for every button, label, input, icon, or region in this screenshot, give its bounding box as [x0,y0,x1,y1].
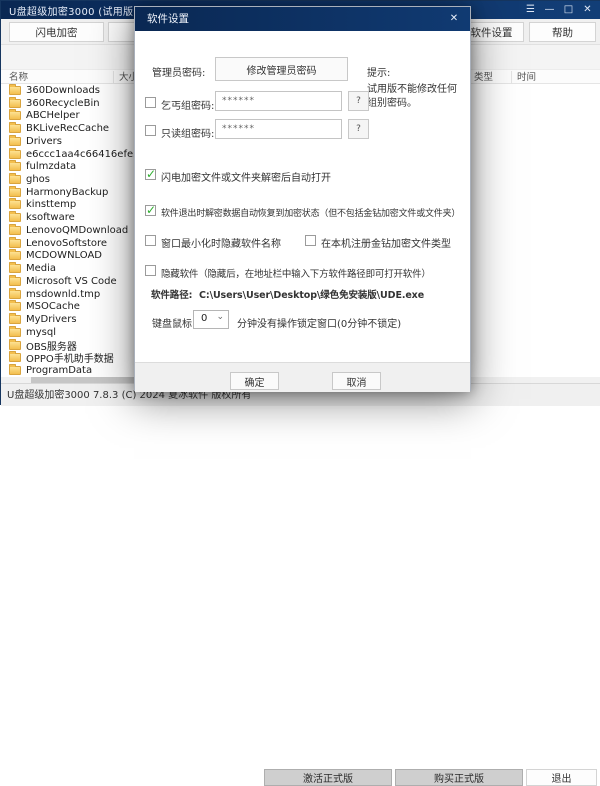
folder-name: ksoftware [26,212,75,223]
folder-icon [9,341,21,350]
hint-label: 提示: [367,64,390,79]
flash-encrypt-button[interactable]: 闪电加密 [9,22,104,42]
admin-password-label: 管理员密码: [152,64,205,79]
chevron-down-icon: ⌄ [216,312,224,322]
cancel-button[interactable]: 取消 [332,372,381,390]
folder-icon [9,251,21,260]
change-admin-password-button[interactable]: 修改管理员密码 [215,57,348,81]
beggar-group-checkbox[interactable] [145,97,156,108]
folder-icon [9,162,21,171]
minimize-icon[interactable]: — [540,1,559,19]
folder-name: msdownld.tmp [26,289,100,300]
folder-icon [9,150,21,159]
folder-icon [9,99,21,108]
folder-name: Media [26,263,56,274]
folder-icon [9,111,21,120]
lock-minutes-value: 0 [201,313,207,324]
folder-icon [9,124,21,133]
folder-name: mysql [26,327,56,338]
hide-software-label: 隐藏软件（隐藏后，在地址栏中输入下方软件路径即可打开软件） [161,266,431,280]
buy-button[interactable]: 购买正式版 [395,769,523,786]
hide-name-label: 窗口最小化时隐藏软件名称 [161,235,281,250]
readonly-group-label: 只读组密码: [161,125,214,140]
beggar-group-help-button[interactable]: ? [348,91,369,111]
lock-suffix-label: 分钟没有操作锁定窗口(0分钟不锁定) [237,315,401,330]
register-type-checkbox[interactable] [305,235,316,246]
software-path-value: C:\Users\User\Desktop\绿色免安装版\UDE.exe [199,287,424,301]
folder-icon [9,328,21,337]
exit-button[interactable]: 退出 [526,769,597,786]
auto-restore-checkbox[interactable] [145,205,156,216]
help-button[interactable]: 帮助 [529,22,596,42]
dialog-titlebar: 软件设置 ✕ [135,7,470,31]
folder-name: MSOCache [26,301,80,312]
folder-icon [9,302,21,311]
folder-icon [9,353,21,362]
folder-name: ABCHelper [26,110,80,121]
folder-name: Drivers [26,136,62,147]
folder-icon [9,226,21,235]
hide-software-checkbox[interactable] [145,265,156,276]
folder-name: BKLiveRecCache [26,123,109,134]
column-type[interactable]: 类型 [474,71,493,84]
maximize-icon[interactable]: □ [559,1,578,19]
folder-name: ghos [26,174,50,185]
folder-icon [9,290,21,299]
folder-name: kinsttemp [26,199,76,210]
ok-button[interactable]: 确定 [230,372,279,390]
readonly-group-help-button[interactable]: ? [348,119,369,139]
software-path-label: 软件路径: [151,287,192,301]
folder-name: 360Downloads [26,85,100,96]
folder-name: LenovoSoftstore [26,238,107,249]
folder-icon [9,213,21,222]
folder-name: 360RecycleBin [26,98,100,109]
folder-name: OPPO手机助手数据 [26,350,114,365]
readonly-group-password-input[interactable]: ****** [215,119,342,139]
dialog-footer: 确定 取消 [135,362,470,392]
folder-icon [9,188,21,197]
menu-icon[interactable]: ☰ [521,1,540,19]
folder-name: Microsoft VS Code [26,276,117,287]
folder-icon [9,137,21,146]
dialog-close-icon[interactable]: ✕ [444,11,464,27]
folder-icon [9,264,21,273]
folder-icon [9,239,21,248]
auto-restore-label: 软件退出时解密数据自动恢复到加密状态（但不包括金钻加密文件或文件夹） [161,206,460,219]
dialog-title: 软件设置 [135,13,189,25]
folder-name: ProgramData [26,365,92,376]
folder-icon [9,86,21,95]
hint-text: 试用版不能修改任何组别密码。 [367,83,465,111]
settings-dialog: 软件设置 ✕ 管理员密码: 修改管理员密码 提示: 试用版不能修改任何组别密码。… [134,6,471,391]
close-icon[interactable]: ✕ [578,1,597,19]
folder-name: HarmonyBackup [26,187,108,198]
register-type-label: 在本机注册金钻加密文件类型 [321,235,451,250]
beggar-group-label: 乞丐组密码: [161,97,214,112]
auto-open-checkbox[interactable] [145,169,156,180]
folder-name: fulmzdata [26,161,76,172]
main-window: U盘超级加密3000 (试用版) D:\ ☰ — □ ✕ 闪电加密 金钻加密 软… [0,0,600,405]
folder-name: MyDrivers [26,314,77,325]
column-name[interactable]: 名称 [9,71,28,84]
folder-icon [9,315,21,324]
activate-button[interactable]: 激活正式版 [264,769,392,786]
auto-open-label: 闪电加密文件或文件夹解密后自动打开 [161,169,331,184]
column-time[interactable]: 时间 [517,71,536,84]
hide-name-checkbox[interactable] [145,235,156,246]
folder-icon [9,175,21,184]
folder-name: LenovoQMDownload [26,225,128,236]
folder-icon [9,366,21,375]
lock-label: 键盘鼠标 [152,315,192,330]
folder-icon [9,200,21,209]
beggar-group-password-input[interactable]: ****** [215,91,342,111]
folder-name: MCDOWNLOAD [26,250,102,261]
lock-minutes-select[interactable]: 0 ⌄ [193,310,229,329]
folder-icon [9,277,21,286]
readonly-group-checkbox[interactable] [145,125,156,136]
